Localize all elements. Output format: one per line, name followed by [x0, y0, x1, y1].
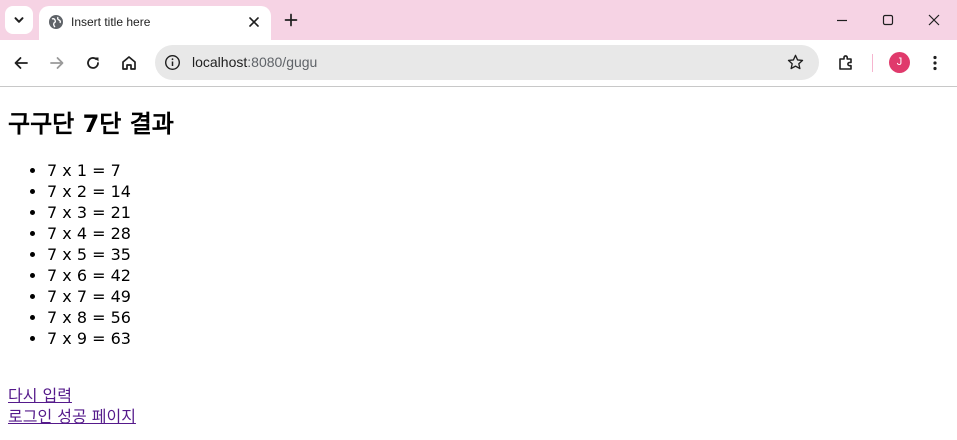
maximize-icon[interactable] — [879, 11, 897, 29]
list-item: 7 x 5 = 35 — [47, 244, 131, 265]
forward-icon[interactable] — [47, 53, 67, 73]
list-item: 7 x 2 = 14 — [47, 181, 131, 202]
list-item: 7 x 4 = 28 — [47, 223, 131, 244]
tab-strip: Insert title here — [0, 0, 957, 40]
list-item: 7 x 8 = 56 — [47, 307, 131, 328]
back-icon[interactable] — [11, 53, 31, 73]
info-icon[interactable] — [164, 54, 181, 71]
list-item: 7 x 3 = 21 — [47, 202, 131, 223]
home-icon[interactable] — [119, 53, 139, 73]
address-bar[interactable]: localhost:8080/gugu — [155, 45, 819, 80]
list-item: 7 x 9 = 63 — [47, 328, 131, 349]
chevron-down-icon — [14, 17, 24, 23]
browser-toolbar: localhost:8080/gugu J — [0, 40, 957, 87]
toolbar-separator — [872, 54, 873, 72]
nav-links: 다시 입력 로그인 성공 페이지 — [8, 385, 136, 427]
profile-avatar[interactable]: J — [889, 52, 910, 73]
result-list: 7 x 1 = 7 7 x 2 = 14 7 x 3 = 21 7 x 4 = … — [0, 160, 131, 349]
url-text[interactable]: localhost:8080/gugu — [192, 54, 317, 71]
login-success-link[interactable]: 로그인 성공 페이지 — [8, 406, 136, 427]
more-icon[interactable] — [925, 53, 945, 73]
url-path: :8080/gugu — [247, 54, 318, 70]
retry-link[interactable]: 다시 입력 — [8, 385, 136, 406]
url-host: localhost — [192, 54, 248, 70]
star-icon[interactable] — [786, 53, 805, 72]
tab-search-button[interactable] — [5, 6, 33, 34]
list-item: 7 x 6 = 42 — [47, 265, 131, 286]
plus-icon[interactable] — [282, 11, 300, 29]
reload-icon[interactable] — [83, 53, 103, 73]
tab-title: Insert title here — [71, 15, 151, 29]
extensions-icon[interactable] — [836, 53, 856, 73]
list-item: 7 x 1 = 7 — [47, 160, 131, 181]
page-content: 구구단 7단 결과 7 x 1 = 7 7 x 2 = 14 7 x 3 = 2… — [0, 87, 957, 440]
close-window-icon[interactable] — [925, 11, 943, 29]
page-title: 구구단 7단 결과 — [8, 110, 174, 138]
globe-icon — [49, 15, 63, 29]
active-tab[interactable]: Insert title here — [39, 6, 271, 40]
close-icon[interactable] — [247, 15, 261, 29]
minimize-icon[interactable] — [833, 11, 851, 29]
list-item: 7 x 7 = 49 — [47, 286, 131, 307]
